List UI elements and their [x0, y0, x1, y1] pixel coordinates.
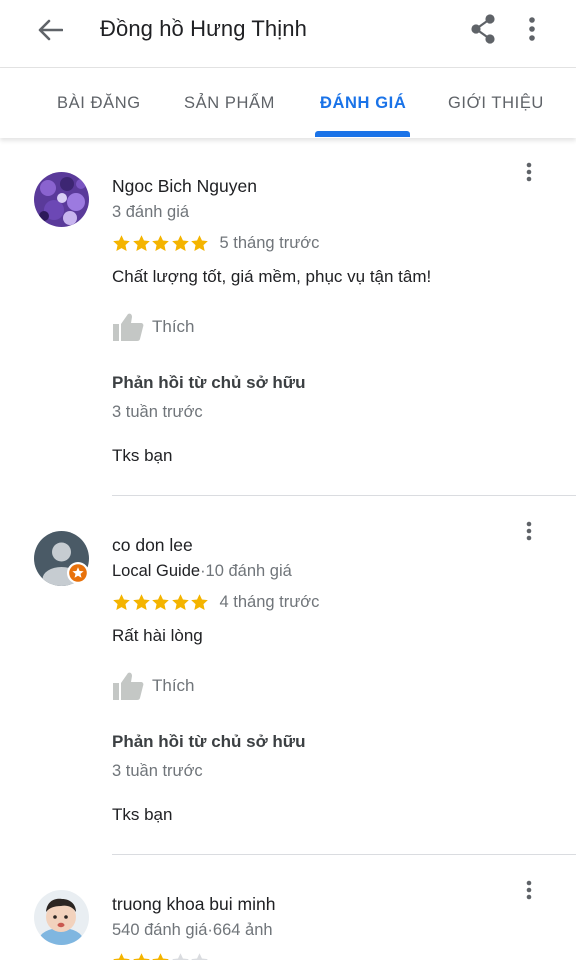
- star-icon: [113, 235, 130, 252]
- review-text: Rất hài lòng: [112, 626, 203, 645]
- review-count: ·10 đánh giá: [200, 562, 292, 580]
- avatar[interactable]: [34, 172, 89, 227]
- more-vert-icon: [526, 162, 532, 182]
- more-vert-icon: [526, 521, 532, 541]
- reviewer-name[interactable]: co don lee: [112, 535, 193, 556]
- page-title: Đồng hồ Hưng Thịnh: [100, 16, 307, 41]
- reviewer-meta: 540 đánh giá·664 ảnh: [112, 921, 273, 939]
- review-more-button[interactable]: [518, 518, 540, 544]
- rating-row: 5 tháng trước: [112, 234, 319, 253]
- like-button[interactable]: Thích: [112, 312, 195, 342]
- rating-row: [112, 952, 210, 960]
- tab-products[interactable]: SẢN PHẨM: [184, 94, 275, 113]
- thumb-up-icon: [113, 313, 144, 341]
- star-icon: [152, 235, 169, 252]
- reviewer-name[interactable]: Ngoc Bich Nguyen: [112, 176, 257, 197]
- star-icon: [191, 235, 208, 252]
- thumb-up-icon: [113, 672, 144, 700]
- owner-response-heading: Phản hồi từ chủ sở hữu: [112, 732, 306, 751]
- active-tab-indicator: [315, 131, 410, 137]
- owner-response-text: Tks bạn: [112, 446, 173, 465]
- review-date: 4 tháng trước: [219, 593, 320, 611]
- star-icon: [113, 953, 130, 960]
- tab-reviews[interactable]: ĐÁNH GIÁ: [320, 94, 406, 113]
- star-icon: [132, 235, 150, 252]
- reviewer-meta: Local Guide·10 đánh giá: [112, 562, 292, 581]
- owner-response-date: 3 tuần trước: [112, 403, 203, 421]
- star-icon: [113, 594, 130, 611]
- review-text: Chất lượng tốt, giá mềm, phục vụ tận tâm…: [112, 267, 432, 286]
- owner-response-date: 3 tuần trước: [112, 762, 203, 780]
- divider: [112, 495, 576, 496]
- review-date: 5 tháng trước: [219, 234, 320, 252]
- owner-response-text: Tks bạn: [112, 805, 173, 824]
- star-icon: [132, 594, 150, 611]
- owner-response-heading: Phản hồi từ chủ sở hữu: [112, 373, 306, 392]
- star-icon: [171, 594, 189, 611]
- tab-about[interactable]: GIỚI THIỆU: [448, 94, 544, 113]
- star-icon: [191, 953, 208, 960]
- star-icon: [152, 953, 169, 960]
- local-guide-label: Local Guide: [112, 562, 201, 580]
- review-more-button[interactable]: [518, 877, 540, 903]
- arrow-back-icon: [38, 19, 63, 41]
- like-label: Thích: [152, 676, 195, 695]
- star-icon: [191, 594, 208, 611]
- avatar[interactable]: [34, 890, 89, 945]
- star-icon: [171, 235, 189, 252]
- review-more-button[interactable]: [518, 159, 540, 185]
- star-icon: [171, 953, 189, 960]
- like-button[interactable]: Thích: [112, 671, 195, 701]
- reviewer-name[interactable]: truong khoa bui minh: [112, 894, 275, 915]
- tab-bar: BÀI ĐĂNG SẢN PHẨM ĐÁNH GIÁ GIỚI THIỆU: [0, 68, 576, 138]
- reviewer-meta: 3 đánh giá: [112, 203, 190, 221]
- more-vert-icon: [526, 880, 532, 900]
- app-bar: Đồng hồ Hưng Thịnh: [0, 0, 576, 68]
- avatar[interactable]: [34, 531, 89, 586]
- star-icon: [132, 953, 150, 960]
- more-vert-icon: [529, 17, 535, 41]
- like-label: Thích: [152, 317, 195, 336]
- more-options-button[interactable]: [518, 12, 546, 46]
- back-button[interactable]: [30, 14, 70, 46]
- share-button[interactable]: [466, 12, 500, 46]
- divider: [112, 854, 576, 855]
- share-icon: [471, 14, 495, 44]
- star-icon: [152, 594, 169, 611]
- tab-posts[interactable]: BÀI ĐĂNG: [57, 94, 141, 113]
- rating-row: 4 tháng trước: [112, 593, 319, 612]
